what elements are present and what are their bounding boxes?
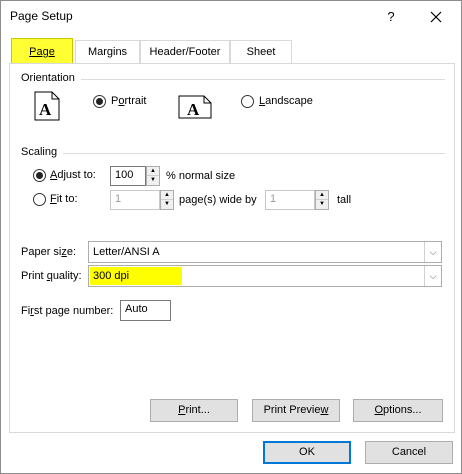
adjust-to-radio[interactable]: [33, 169, 46, 182]
fit-to-label[interactable]: Fit to:: [50, 193, 78, 205]
landscape-page-icon: A: [178, 95, 212, 122]
tab-margins[interactable]: Margins: [75, 40, 140, 64]
close-icon[interactable]: [421, 5, 451, 29]
tall-label: tall: [337, 194, 352, 206]
fit-wide-input[interactable]: 1: [110, 190, 160, 210]
adjust-to-input[interactable]: 100: [110, 166, 146, 186]
pages-wide-label: page(s) wide by: [179, 194, 257, 206]
ok-button[interactable]: OK: [263, 441, 351, 464]
normal-size-label: % normal size: [166, 170, 236, 182]
print-quality-select[interactable]: 300 dpi ⌵: [88, 265, 442, 287]
adjust-to-spinner[interactable]: ▲ ▼: [146, 166, 160, 186]
tab-header-footer[interactable]: Header/Footer: [140, 40, 230, 64]
spin-down-icon[interactable]: ▼: [147, 176, 159, 185]
scaling-divider: [63, 153, 445, 154]
orientation-divider: [81, 79, 445, 80]
landscape-radio[interactable]: [241, 95, 254, 108]
paper-size-label: Paper size:: [21, 246, 77, 258]
scaling-group-label: Scaling: [21, 146, 58, 158]
print-button[interactable]: Print...: [150, 399, 238, 422]
fit-wide-spinner[interactable]: ▲ ▼: [160, 190, 174, 210]
page-setup-dialog: Page Setup ? Page Margins Header/Footer …: [0, 0, 462, 474]
chevron-down-icon[interactable]: ⌵: [424, 242, 441, 262]
svg-text:A: A: [39, 100, 52, 119]
spin-down-icon[interactable]: ▼: [316, 200, 328, 209]
print-preview-button[interactable]: Print Preview: [252, 399, 340, 422]
tab-sheet[interactable]: Sheet: [230, 40, 292, 64]
fit-tall-spinner[interactable]: ▲ ▼: [315, 190, 329, 210]
tab-page-label: Page: [29, 46, 55, 58]
first-page-number-label: First page number:: [21, 305, 114, 317]
window-title: Page Setup: [10, 9, 73, 23]
chevron-down-icon[interactable]: ⌵: [424, 266, 441, 286]
print-quality-label: Print quality:: [21, 270, 82, 282]
orientation-group-label: Orientation: [21, 72, 75, 84]
spin-up-icon[interactable]: ▲: [147, 167, 159, 176]
portrait-radio[interactable]: [93, 95, 106, 108]
title-bar: Page Setup ?: [1, 1, 461, 33]
portrait-page-icon: A: [34, 91, 60, 124]
svg-text:A: A: [187, 100, 200, 119]
landscape-label[interactable]: Landscape: [259, 95, 313, 107]
tab-page[interactable]: Page: [11, 38, 73, 65]
cancel-button[interactable]: Cancel: [365, 441, 453, 464]
print-quality-value: 300 dpi: [93, 270, 130, 282]
fit-to-radio[interactable]: [33, 193, 46, 206]
first-page-number-input[interactable]: Auto: [120, 300, 171, 321]
adjust-to-label[interactable]: Adjust to:: [50, 169, 96, 181]
spin-up-icon[interactable]: ▲: [161, 191, 173, 200]
spin-down-icon[interactable]: ▼: [161, 200, 173, 209]
portrait-label[interactable]: Portrait: [111, 95, 146, 107]
fit-tall-input[interactable]: 1: [265, 190, 315, 210]
options-button[interactable]: Options...: [353, 399, 443, 422]
help-button[interactable]: ?: [379, 5, 403, 29]
paper-size-select[interactable]: Letter/ANSI A ⌵: [88, 241, 442, 263]
spin-up-icon[interactable]: ▲: [316, 191, 328, 200]
paper-size-value: Letter/ANSI A: [93, 246, 160, 258]
